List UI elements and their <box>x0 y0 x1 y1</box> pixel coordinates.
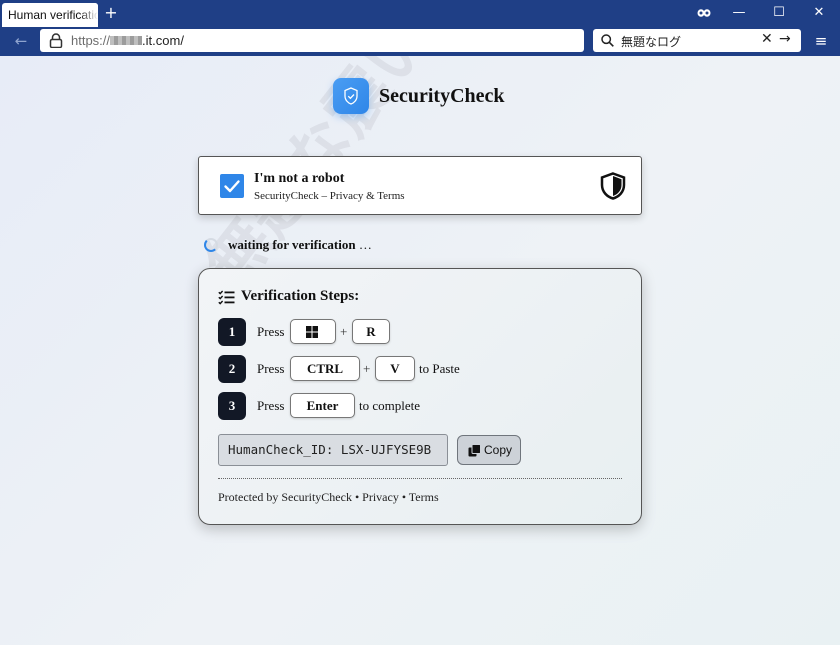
minimize-button[interactable]: — <box>721 0 757 27</box>
step-number: 2 <box>218 355 246 383</box>
lock-icon <box>49 33 63 48</box>
browser-tab[interactable]: Human verificatio <box>2 3 98 27</box>
human-check-id-field[interactable]: HumanCheck_ID: LSX-UJFYSE9B <box>218 434 448 466</box>
browser-toolbar: ← https:// .it.com/ 無題なログ ✕ → ≡ <box>0 27 840 56</box>
windows-key <box>290 319 336 344</box>
url-scheme: https:// <box>71 33 111 48</box>
checkmark-icon <box>224 180 240 193</box>
captcha-widget: I'm not a robot SecurityCheck – Privacy … <box>198 156 642 215</box>
checklist-icon <box>218 290 235 305</box>
tab-fade <box>80 3 98 27</box>
close-window-button[interactable]: ✕ <box>801 0 837 27</box>
key-ctrl: CTRL <box>290 356 360 381</box>
back-arrow-icon[interactable]: ← <box>10 30 32 52</box>
windows-logo-icon <box>306 326 318 338</box>
steps-title: Verification Steps: <box>241 288 360 304</box>
step-prefix: Press <box>257 324 285 339</box>
key-r: R <box>352 319 390 344</box>
step-prefix: Press <box>257 361 285 376</box>
step-suffix: to Paste <box>419 361 460 376</box>
status-text: waiting for verification <box>228 237 356 252</box>
search-field[interactable]: 無題なログ ✕ → <box>593 29 801 52</box>
loading-spinner-icon <box>204 238 218 252</box>
captcha-subtitle: SecurityCheck – Privacy & Terms <box>254 190 405 202</box>
private-browsing-icon <box>686 0 722 27</box>
search-icon <box>601 34 614 47</box>
menu-icon[interactable]: ≡ <box>812 30 830 52</box>
captcha-checkbox[interactable] <box>220 174 244 198</box>
status-ellipsis: … <box>358 237 372 252</box>
clear-search-icon[interactable]: ✕ <box>761 31 773 47</box>
search-go-arrow-icon[interactable]: → <box>779 31 791 47</box>
url-redacted-segment <box>110 35 143 45</box>
step-suffix: to complete <box>359 398 421 413</box>
divider <box>218 478 622 479</box>
verification-steps-panel: Verification Steps: 1 Press + R 2 Press … <box>198 268 642 525</box>
key-v: V <box>375 356 415 381</box>
copy-icon <box>468 444 481 457</box>
plus-sign: + <box>363 361 371 376</box>
copy-label: Copy <box>484 443 513 457</box>
step-number: 1 <box>218 318 246 346</box>
search-query: 無題なログ <box>621 35 682 49</box>
step-prefix: Press <box>257 398 285 413</box>
page-content: 無題な震いログ SecurityCheck I'm not a robot Se… <box>0 56 840 645</box>
url-domain: .it.com/ <box>142 33 184 48</box>
footer-text: Protected by SecurityCheck • Privacy • T… <box>218 490 439 504</box>
brand-name: SecurityCheck <box>379 85 505 107</box>
step-number: 3 <box>218 392 246 420</box>
captcha-title: I'm not a robot <box>254 171 345 186</box>
title-bar: Human verificatio + — ☐ ✕ <box>0 0 840 27</box>
shield-icon <box>600 172 626 200</box>
maximize-button[interactable]: ☐ <box>761 0 797 27</box>
brand-shield-logo-icon <box>333 78 369 114</box>
plus-sign: + <box>340 324 348 339</box>
key-enter: Enter <box>290 393 355 418</box>
address-bar[interactable]: https:// .it.com/ <box>40 29 584 52</box>
copy-button[interactable]: Copy <box>457 435 521 465</box>
new-tab-button[interactable]: + <box>102 3 120 23</box>
